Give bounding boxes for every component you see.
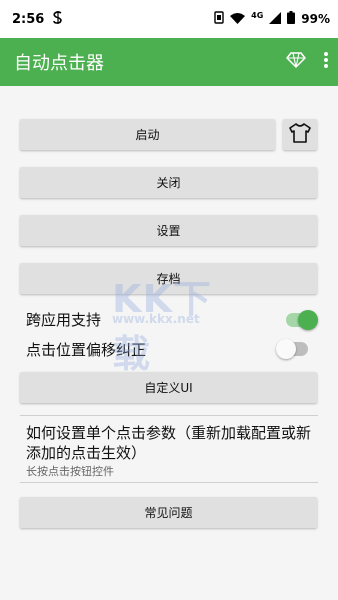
status-time: 2:56 (12, 11, 45, 27)
cross-app-support-toggle[interactable] (286, 310, 318, 330)
main-content: 启动 关闭 设置 存档 跨应用支持 点击位置偏移纠正 自定义UI 如何设置单个点… (0, 86, 338, 600)
app-bar: 自动点击器 (0, 38, 338, 86)
archive-button[interactable]: 存档 (20, 263, 317, 294)
network-type: 4G (251, 10, 264, 20)
vibrate-icon (214, 11, 224, 27)
help-subtitle: 长按点击按钮控件 (26, 465, 114, 478)
battery-icon (287, 11, 296, 27)
close-button[interactable]: 关闭 (20, 167, 317, 198)
start-button[interactable]: 启动 (20, 119, 275, 150)
offset-correction-label: 点击位置偏移纠正 (26, 341, 147, 359)
cross-app-support-label: 跨应用支持 (26, 311, 102, 329)
battery-level: 99% (301, 12, 330, 26)
wifi-icon (230, 12, 246, 27)
settings-button[interactable]: 设置 (20, 215, 317, 246)
status-bar: 2:56 4G 99% (0, 0, 338, 38)
help-title: 如何设置单个点击参数（重新加载配置或新添加的点击生效） (26, 424, 312, 462)
divider (20, 415, 318, 416)
more-options-icon[interactable] (324, 52, 328, 72)
shirt-icon (289, 122, 311, 147)
signal-icon (269, 11, 282, 27)
app-title: 自动点击器 (14, 53, 104, 74)
toggle-knob (276, 339, 296, 359)
faq-button[interactable]: 常见问题 (20, 497, 317, 528)
diamond-icon[interactable] (286, 52, 306, 72)
notification-icon (52, 10, 64, 28)
divider (20, 482, 318, 483)
theme-button[interactable] (283, 119, 317, 150)
offset-correction-toggle[interactable] (276, 339, 308, 359)
toggle-knob (298, 310, 318, 330)
custom-ui-button[interactable]: 自定义UI (20, 372, 317, 403)
